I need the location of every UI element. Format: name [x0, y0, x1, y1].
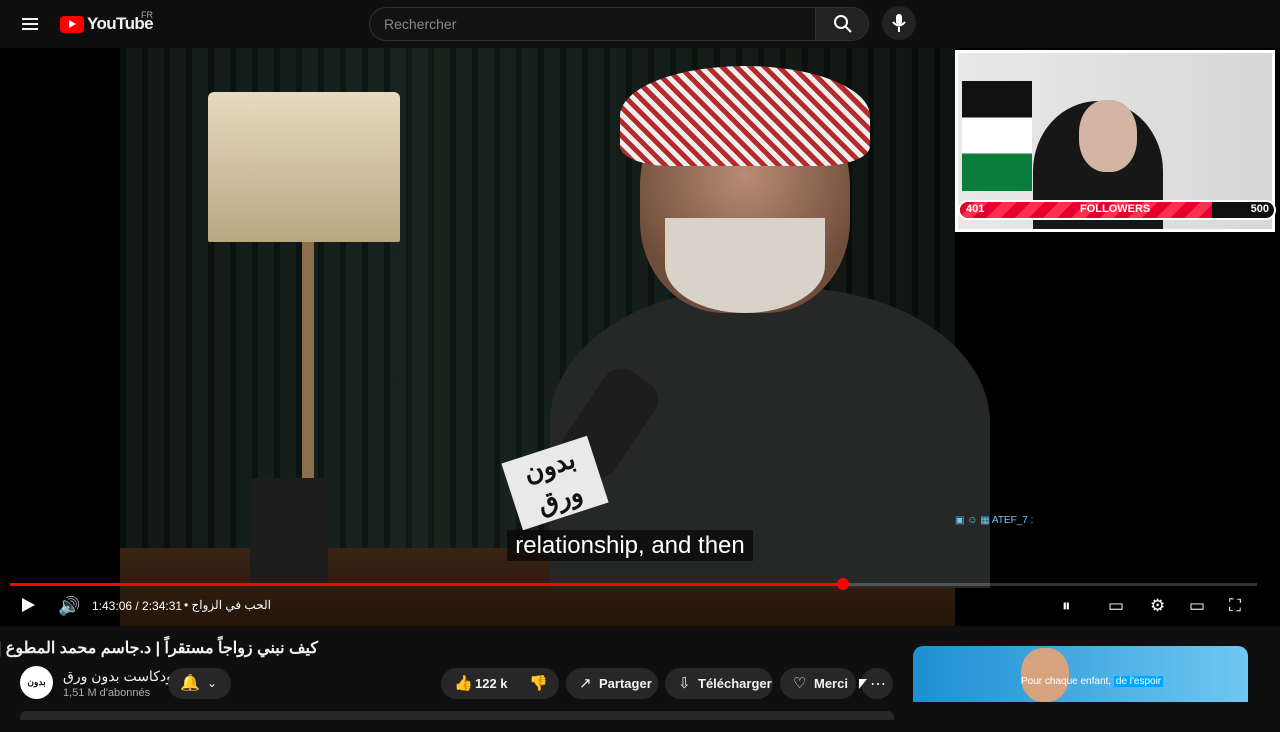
- speaker-beard: [665, 218, 825, 313]
- autoplay-toggle-icon[interactable]: ⏸: [1062, 596, 1071, 616]
- bell-icon: 🔔: [180, 675, 200, 692]
- like-icon: 👍: [454, 675, 473, 692]
- progress-scrubber[interactable]: [836, 578, 849, 590]
- youtube-play-icon: [60, 15, 84, 33]
- download-button[interactable]: ⇩ Télécharger: [665, 668, 773, 699]
- sponsored-card[interactable]: Pour chaque enfant, de l'espoir: [913, 646, 1248, 702]
- followers-goal: 500: [1250, 203, 1269, 215]
- mouse-cursor-icon: [859, 679, 867, 689]
- video-progress-bar[interactable]: [10, 578, 1257, 590]
- stream-chat-message: ▣ ☺ ▦ ATEF_7 :: [955, 515, 1034, 526]
- channel-avatar[interactable]: بدون ورق: [20, 666, 53, 720]
- download-label: Télécharger: [698, 676, 772, 691]
- played-progress: [10, 583, 843, 586]
- share-label: Partager: [599, 676, 652, 691]
- player-controls: 🔊 1:43:06 / 2:34:31 الحب في الزواج • ⏸ ▭…: [0, 592, 1280, 620]
- search-icon: [834, 15, 852, 33]
- microphone-icon: [892, 14, 906, 32]
- chat-username: ATEF_7 :: [991, 515, 1034, 526]
- more-icon: ⋯: [870, 676, 886, 693]
- ad-caption: Pour chaque enfant, de l'espoir: [1021, 676, 1164, 687]
- chevron-down-icon: ⌄: [207, 676, 218, 690]
- video-player[interactable]: بدون ورق relationship, and then ▣ ☺ ▦ AT…: [0, 48, 1280, 626]
- volume-icon[interactable]: 🔊: [58, 596, 80, 617]
- settings-icon[interactable]: ⚙: [1150, 596, 1165, 616]
- followers-label: FOLLOWERS: [1080, 203, 1151, 215]
- share-button[interactable]: ↗ Partager: [566, 668, 658, 699]
- dislike-icon[interactable]: 👎: [529, 674, 548, 692]
- share-icon: ↗: [579, 675, 592, 692]
- theater-mode-icon[interactable]: ▭: [1189, 596, 1205, 616]
- speaker-keffiyeh: [620, 66, 870, 166]
- channel-name[interactable]: بودكاست بدون ورق: [63, 668, 177, 685]
- subtitle-caption: relationship, and then: [0, 530, 1260, 561]
- like-dislike-group[interactable]: 👍 122 k 👎: [441, 668, 559, 699]
- followers-current: 401: [966, 203, 985, 215]
- fullscreen-icon[interactable]: ⛶: [1229, 596, 1241, 616]
- followers-goal-bar: 401 FOLLOWERS 500: [958, 200, 1276, 220]
- thanks-icon: ♡: [793, 675, 807, 692]
- chapter-title[interactable]: الحب في الزواج •: [184, 598, 271, 612]
- play-icon[interactable]: [22, 598, 35, 612]
- palestine-flag: [962, 81, 1032, 191]
- menu-icon[interactable]: [18, 12, 42, 36]
- streamer-face: [1079, 100, 1137, 172]
- subscriber-count: 1,51 M d'abonnés: [63, 687, 151, 699]
- notification-button[interactable]: 🔔 ⌄: [168, 668, 231, 699]
- subtitles-icon[interactable]: ▭: [1108, 596, 1124, 616]
- search-button[interactable]: [815, 7, 869, 41]
- video-title: كيف نبني زواجاً مستقراً | د.جاسم محمد ال…: [0, 640, 318, 657]
- download-icon: ⇩: [678, 675, 691, 692]
- thanks-button[interactable]: ♡ Merci: [780, 668, 856, 699]
- top-bar: YouTube FR Rechercher: [0, 0, 1280, 48]
- lamp: [208, 92, 400, 242]
- lamp-pole: [302, 242, 314, 512]
- search-box[interactable]: Rechercher: [369, 7, 816, 41]
- ad-child-image: [1021, 648, 1069, 702]
- coffee-mug: [250, 478, 328, 584]
- time-display: 1:43:06 / 2:34:31: [92, 599, 183, 613]
- search-input[interactable]: Rechercher: [384, 16, 456, 32]
- youtube-logo[interactable]: YouTube FR: [60, 10, 154, 34]
- thanks-label: Merci: [814, 676, 848, 691]
- voice-search-button[interactable]: [882, 6, 916, 40]
- like-count: 122 k: [475, 676, 508, 691]
- description-card[interactable]: [20, 711, 894, 720]
- country-code: FR: [141, 10, 153, 20]
